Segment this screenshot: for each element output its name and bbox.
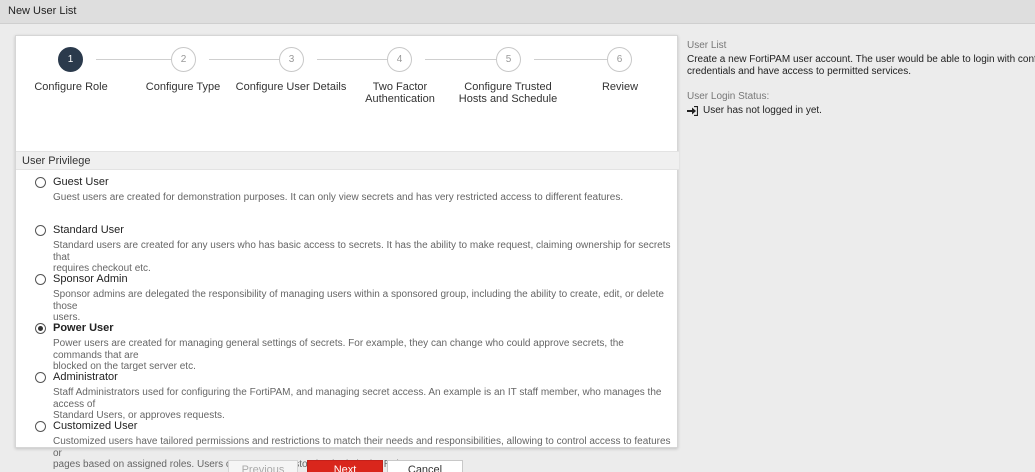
sidebar-description-line: credentials and have access to permitted… [687,65,911,77]
step-2-label: Configure Type [123,81,243,93]
login-status-label: User Login Status: [687,91,770,102]
login-status-text: User has not logged in yet. [703,105,822,116]
option-description-line: Guest users are created for demonstratio… [53,192,624,203]
step-2-label-text: Configure Type [145,81,221,93]
step-5-indicator[interactable]: 5 [496,47,521,72]
step-3-label-text: Configure User Details [235,81,347,93]
step-2-indicator[interactable]: 2 [171,47,196,72]
window-title: New User List [0,0,1035,24]
step-6-label: Review [560,81,680,93]
step-4-label: Two Factor Authentication [340,81,460,105]
wizard-buttons: Previous Next Cancel [0,460,700,472]
option-description: Standard users are created for any users… [53,240,671,275]
step-3-indicator[interactable]: 3 [279,47,304,72]
sign-in-icon [687,105,698,116]
option-description-line: Power users are created for managing gen… [53,338,624,361]
option-description-line: Staff Administrators used for configurin… [53,387,662,410]
previous-button[interactable]: Previous [228,460,298,472]
login-status: User has not logged in yet. [687,105,1035,116]
step-1-label-text: Configure Role [34,81,108,93]
sidebar-description-line: Create a new FortiPAM user account. The … [687,54,1035,65]
info-sidebar: User List Create a new FortiPAM user acc… [687,40,1035,116]
option-title[interactable]: Customized User [53,420,137,432]
option-description-line: Standard users are created for any users… [53,240,671,263]
step-4-label-line2: Authentication [365,93,435,105]
option-description-line: Sponsor admins are delegated the respons… [53,289,664,312]
step-4-label-line1: Two Factor [372,81,428,93]
step-5-label-line1: Configure Trusted [464,81,552,93]
option-description-line: blocked on the target server etc. [53,361,196,372]
radio-standard-user[interactable] [35,225,46,236]
step-6-label-text: Review [601,81,639,93]
step-6-indicator[interactable]: 6 [607,47,632,72]
step-3-label: Configure User Details [231,81,351,93]
radio-power-user[interactable] [35,323,46,334]
step-5-label: Configure Trusted Hosts and Schedule [448,81,568,105]
option-title[interactable]: Guest User [53,176,109,188]
option-description-line: Customized users have tailored permissio… [53,436,671,459]
option-description-line: Standard Users, or approves requests. [53,410,225,421]
radio-customized-user[interactable] [35,421,46,432]
cancel-button[interactable]: Cancel [387,460,463,472]
step-1-indicator[interactable]: 1 [58,47,83,72]
step-4-indicator[interactable]: 4 [387,47,412,72]
radio-administrator[interactable] [35,372,46,383]
next-button[interactable]: Next [307,460,383,472]
option-description: Guest users are created for demonstratio… [53,192,671,204]
option-description: Power users are created for managing gen… [53,338,671,373]
step-5-label-line2: Hosts and Schedule [458,93,558,105]
sidebar-description: Create a new FortiPAM user account. The … [687,54,1035,77]
option-description: Staff Administrators used for configurin… [53,387,671,422]
step-1-label: Configure Role [11,81,131,93]
wizard-stepper: 1 2 3 4 5 6 Configure Role Configure Typ… [16,36,679,146]
option-description: Sponsor admins are delegated the respons… [53,289,671,324]
option-title[interactable]: Administrator [53,371,118,383]
radio-sponsor-admin[interactable] [35,274,46,285]
option-description-line: requires checkout etc. [53,263,151,274]
option-title[interactable]: Power User [53,322,114,334]
sidebar-section-label: User List [687,40,727,51]
user-privilege-header: User Privilege [16,151,679,170]
radio-guest-user[interactable] [35,177,46,188]
wizard-panel: 1 2 3 4 5 6 Configure Role Configure Typ… [15,35,679,470]
option-title[interactable]: Standard User [53,224,124,236]
option-title[interactable]: Sponsor Admin [53,273,128,285]
option-description-line: users. [53,312,81,323]
